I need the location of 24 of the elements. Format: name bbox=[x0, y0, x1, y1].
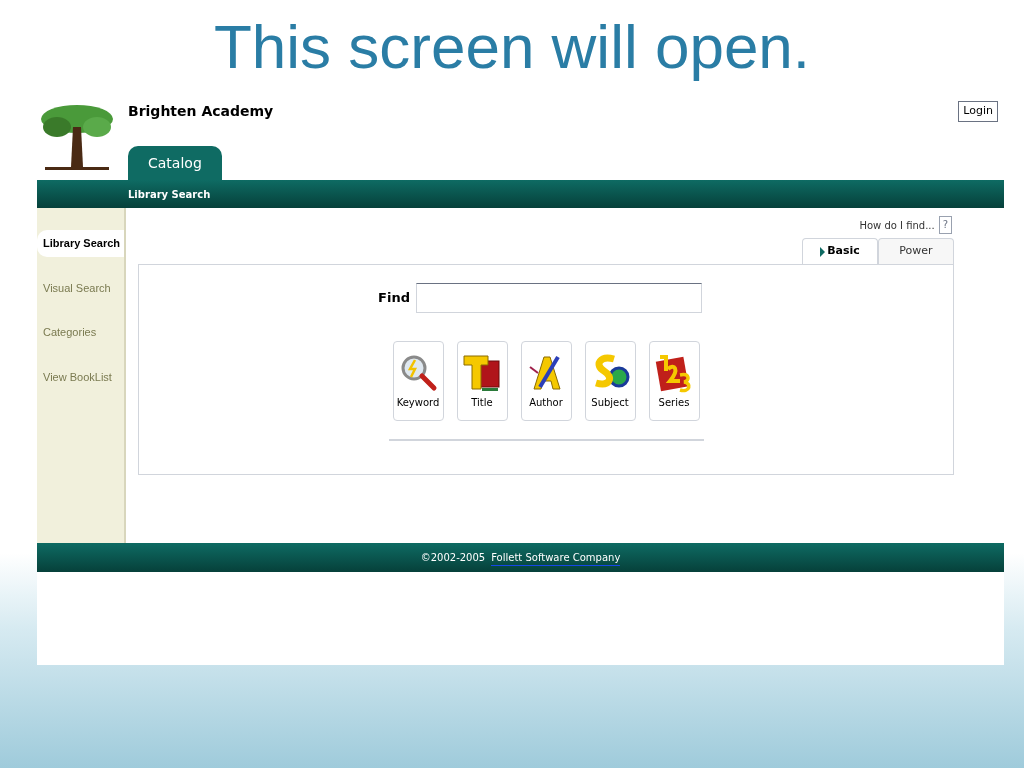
catalog-tab[interactable]: Catalog bbox=[128, 146, 222, 180]
search-type-button[interactable]: Subject bbox=[584, 341, 636, 421]
search-type-button[interactable]: Series bbox=[648, 341, 700, 421]
search-tab[interactable]: Basic bbox=[802, 238, 878, 264]
help-button[interactable]: ? bbox=[938, 216, 952, 234]
find-label: Find bbox=[378, 289, 410, 308]
help-text: How do I find... bbox=[859, 218, 935, 233]
search-type-button[interactable]: Keyword bbox=[392, 341, 444, 421]
letter-book-icon bbox=[462, 352, 502, 393]
find-input-field[interactable] bbox=[415, 283, 702, 313]
search-type-button[interactable]: Author bbox=[520, 341, 572, 421]
search-type-button[interactable]: Title bbox=[456, 341, 508, 421]
school-name: Brighten Academy bbox=[128, 102, 274, 121]
search-tab[interactable]: Power bbox=[878, 238, 954, 264]
sidebar-item[interactable]: View BookList bbox=[37, 363, 124, 390]
numbers-icon bbox=[654, 352, 694, 393]
nav-label: Library Search bbox=[128, 187, 211, 202]
sidebar-item[interactable]: Library Search bbox=[37, 230, 124, 257]
login-button[interactable]: Login bbox=[958, 101, 998, 122]
arrow-icon bbox=[820, 246, 826, 257]
company-link[interactable]: Follett Software Company bbox=[491, 549, 621, 566]
sidebar-item[interactable]: Visual Search bbox=[37, 274, 124, 301]
sidebar-item[interactable]: Categories bbox=[37, 319, 124, 346]
copyright-text: ©2002-2005 bbox=[420, 551, 486, 565]
